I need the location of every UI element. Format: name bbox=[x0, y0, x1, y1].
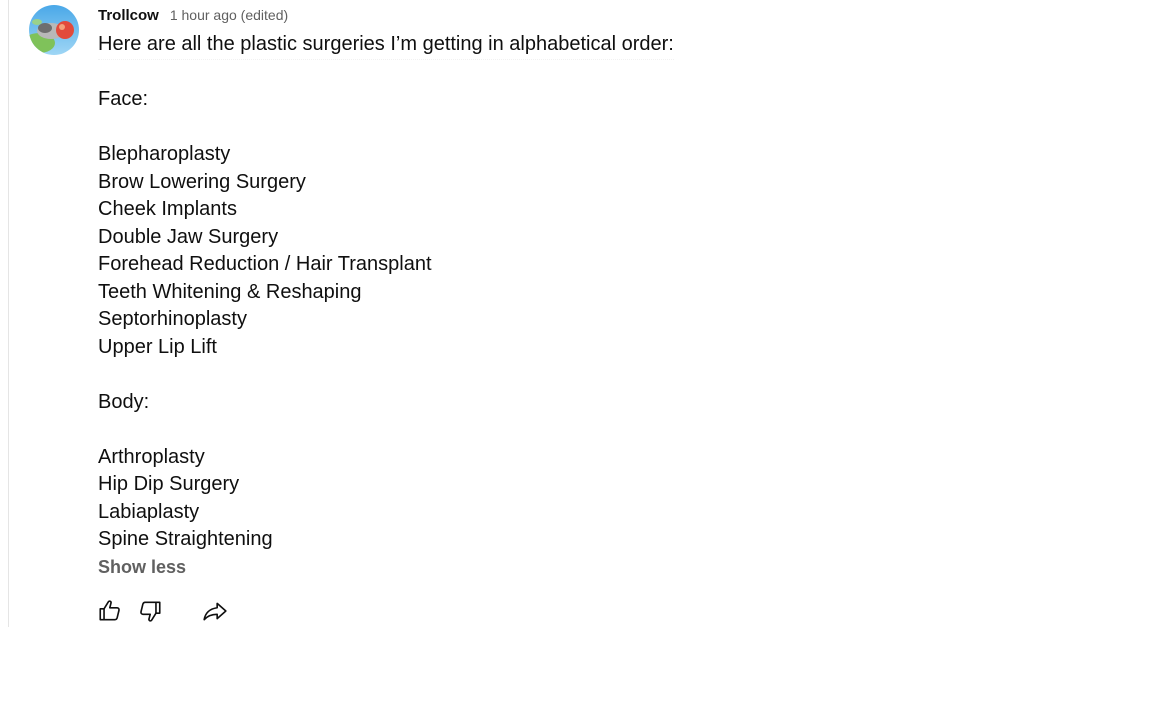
comment-line: Upper Lip Lift bbox=[98, 335, 217, 358]
comment-line: Here are all the plastic surgeries I’m g… bbox=[98, 31, 674, 60]
comment-line: Hip Dip Surgery bbox=[98, 473, 240, 495]
avatar[interactable] bbox=[29, 5, 79, 55]
comment-line: Arthroplasty bbox=[98, 445, 205, 468]
comment-line bbox=[98, 361, 674, 389]
comment-line: Septorhinoplasty bbox=[98, 308, 247, 330]
comment-line: Teeth Whitening & Reshaping bbox=[98, 280, 362, 303]
thumbs-up-icon bbox=[99, 600, 120, 621]
author-name[interactable]: Trollcow bbox=[98, 7, 159, 24]
share-icon bbox=[203, 602, 227, 621]
comment-line bbox=[98, 416, 674, 444]
share-button[interactable] bbox=[200, 596, 230, 626]
comment-line: Double Jaw Surgery bbox=[98, 225, 279, 248]
show-less-button[interactable]: Show less bbox=[98, 557, 186, 578]
avatar-image bbox=[29, 5, 79, 55]
thread-line bbox=[8, 0, 9, 627]
comment-timestamp[interactable]: 1 hour ago (edited) bbox=[170, 7, 288, 23]
comment-line: Labiaplasty bbox=[98, 500, 200, 523]
like-button[interactable] bbox=[95, 596, 125, 626]
comment-line: Face: bbox=[98, 88, 149, 110]
comment-line: Spine Straightening bbox=[98, 528, 273, 550]
comment-line: Body: bbox=[98, 390, 150, 413]
comment-text: Here are all the plastic surgeries I’m g… bbox=[98, 31, 674, 554]
comment-line: Cheek Implants bbox=[98, 198, 237, 220]
comment-header: Trollcow 1 hour ago (edited) bbox=[98, 7, 288, 24]
thumbs-down-icon bbox=[140, 601, 161, 622]
comment-line: Blepharoplasty bbox=[98, 143, 231, 165]
comment-line bbox=[98, 114, 674, 142]
comment-line: Brow Lowering Surgery bbox=[98, 170, 306, 193]
comment-line: Forehead Reduction / Hair Transplant bbox=[98, 253, 432, 275]
comment-line bbox=[98, 59, 674, 87]
comment-actions bbox=[95, 596, 230, 626]
dislike-button[interactable] bbox=[135, 596, 165, 626]
comment-line-text: Here are all the plastic surgeries I’m g… bbox=[98, 31, 674, 60]
